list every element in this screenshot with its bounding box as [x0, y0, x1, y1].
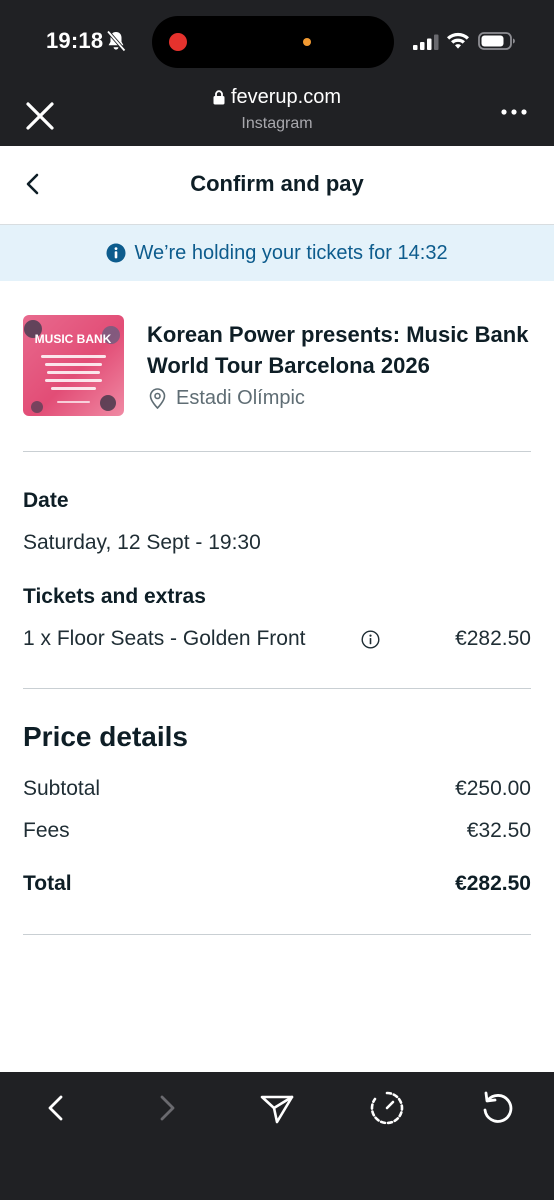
- total-value: €282.50: [455, 872, 531, 895]
- date-label: Date: [23, 489, 69, 512]
- divider: [23, 688, 531, 689]
- holding-text: We’re holding your tickets for 14:32: [134, 241, 448, 264]
- status-time: 19:18: [46, 28, 104, 53]
- more-icon[interactable]: [498, 104, 530, 120]
- page-header: Confirm and pay: [0, 146, 554, 225]
- holding-banner: We’re holding your tickets for 14:32: [0, 225, 554, 281]
- recording-indicator: [169, 33, 187, 51]
- close-icon[interactable]: [20, 96, 60, 136]
- reload-icon[interactable]: [478, 1088, 518, 1128]
- ticket-price: €282.50: [455, 627, 531, 650]
- subtotal-label: Subtotal: [23, 777, 101, 800]
- total-label: Total: [23, 872, 72, 895]
- info-icon[interactable]: [361, 630, 380, 649]
- event-title[interactable]: Korean Power presents: Music Bank World …: [147, 319, 537, 381]
- date-value: Saturday, 12 Sept - 19:30: [23, 531, 261, 554]
- top-chrome: 19:18 feverup.com Instagram: [0, 0, 554, 146]
- url-text: feverup.com: [230, 86, 342, 108]
- browser-bottom-bar: [0, 1072, 554, 1200]
- subtotal-value: €250.00: [455, 777, 531, 800]
- divider: [23, 451, 531, 452]
- location-pin-icon: [149, 388, 166, 409]
- signal-icon: [413, 34, 439, 50]
- wifi-icon: [447, 32, 469, 49]
- lock-icon: [213, 90, 225, 105]
- chevron-left-icon[interactable]: [36, 1088, 76, 1128]
- battery-icon: [478, 32, 515, 50]
- url-display[interactable]: feverup.com Instagram: [177, 86, 377, 133]
- dynamic-island: [152, 16, 394, 68]
- fees-label: Fees: [23, 819, 70, 842]
- privacy-indicator: [303, 38, 311, 46]
- poster-caption: MUSIC BANK: [35, 332, 112, 346]
- event-venue[interactable]: Estadi Olímpic: [149, 387, 305, 410]
- browser-source: Instagram: [241, 115, 313, 132]
- fees-value: €32.50: [466, 819, 531, 842]
- event-summary: MUSIC BANK Korean Power presents: Music …: [23, 315, 533, 417]
- bell-muted-icon: [106, 30, 126, 52]
- price-details-heading: Price details: [23, 721, 188, 752]
- divider: [23, 934, 531, 935]
- ticket-item: 1 x Floor Seats - Golden Front: [23, 627, 306, 650]
- chevron-right-icon[interactable]: [147, 1088, 187, 1128]
- event-poster: MUSIC BANK: [23, 315, 124, 416]
- page-title: Confirm and pay: [190, 171, 364, 196]
- venue-name: Estadi Olímpic: [176, 387, 305, 409]
- timer-icon[interactable]: [367, 1088, 407, 1128]
- status-bar: 19:18: [0, 0, 554, 80]
- browser-bar: feverup.com Instagram: [0, 80, 554, 146]
- info-icon: [106, 243, 126, 263]
- send-icon[interactable]: [257, 1088, 297, 1128]
- tickets-label: Tickets and extras: [23, 585, 206, 608]
